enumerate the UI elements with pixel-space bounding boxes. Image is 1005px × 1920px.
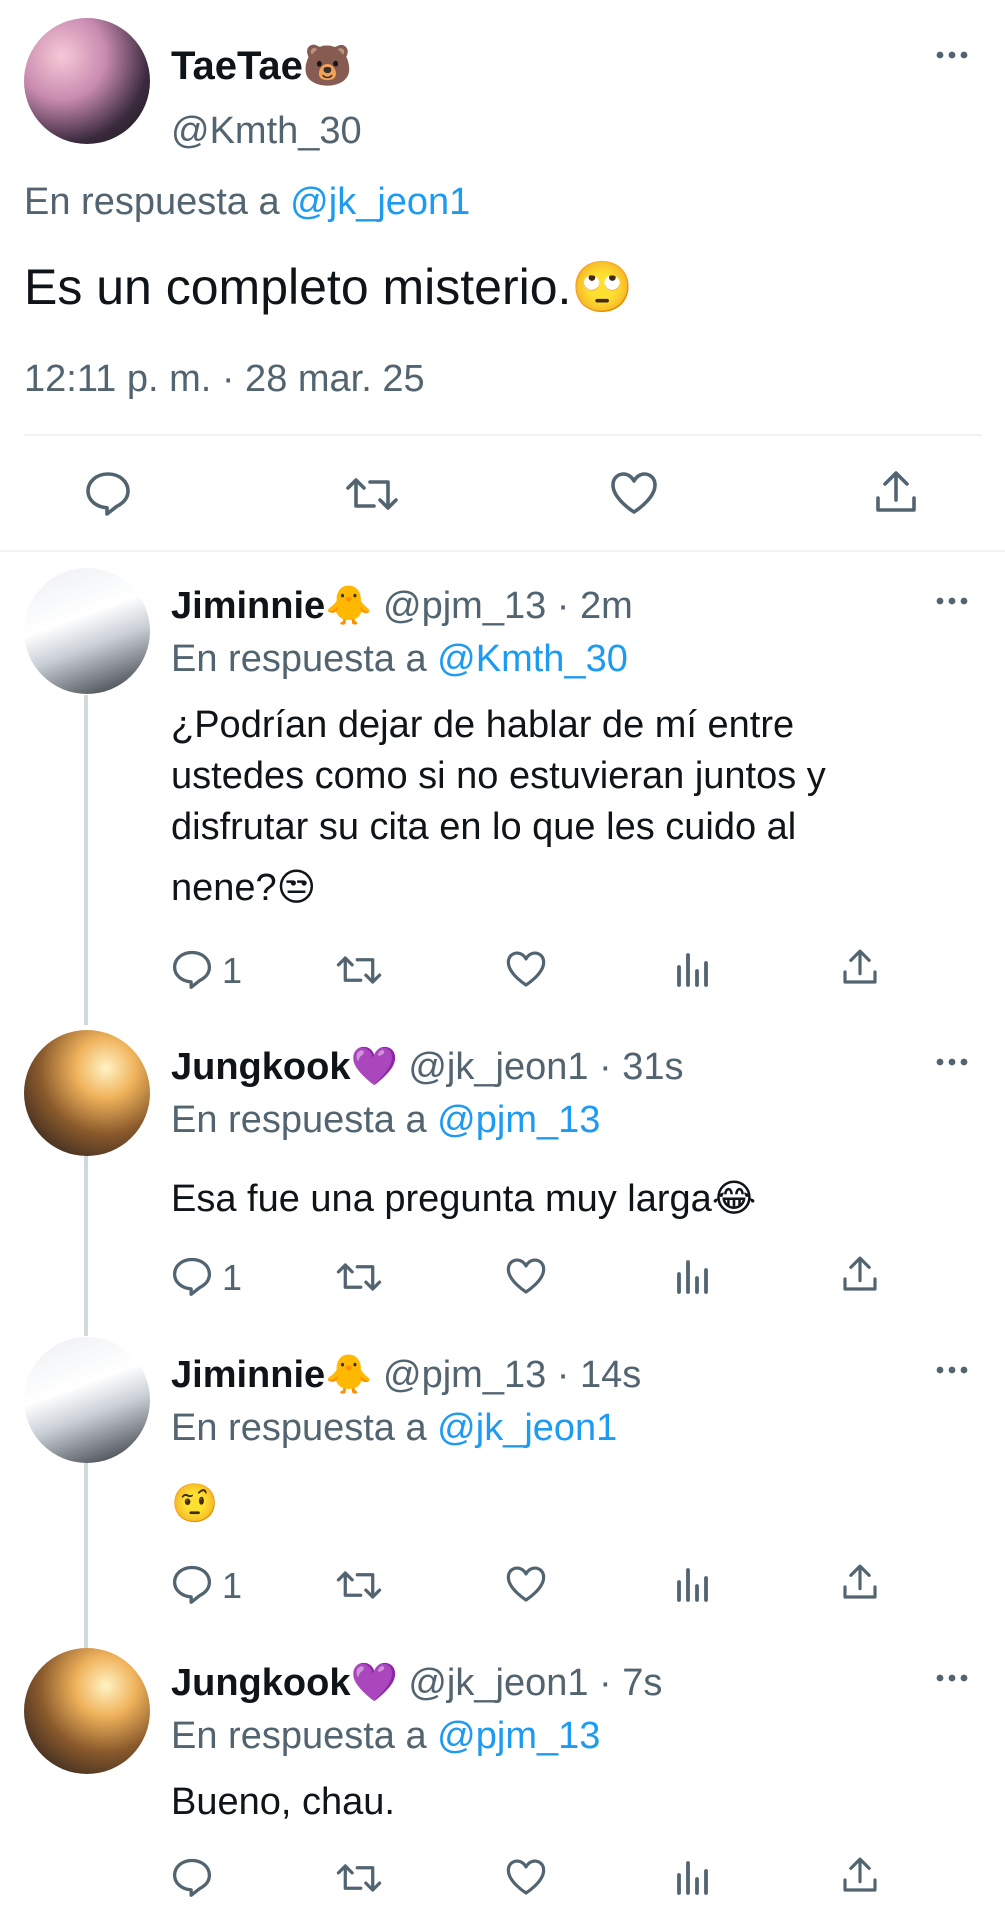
- main-display-name[interactable]: TaeTae🐻: [171, 42, 353, 89]
- more-icon[interactable]: [934, 1671, 970, 1685]
- reply-icon[interactable]: [171, 1564, 213, 1604]
- tweet-text-line: ustedes como si no estuvieran juntos y: [171, 755, 826, 797]
- views-icon[interactable]: [676, 1566, 710, 1602]
- retweet-icon[interactable]: [335, 1566, 383, 1604]
- views-icon[interactable]: [676, 951, 710, 987]
- reply-to-link[interactable]: @Kmth_30: [437, 638, 628, 680]
- retweet-icon[interactable]: [335, 1859, 383, 1897]
- reply-header: Jungkook💜 @jk_jeon1 · 7s: [171, 1661, 662, 1705]
- share-icon[interactable]: [840, 1254, 880, 1294]
- main-timestamp[interactable]: 12:11 p. m. · 28 mar. 25: [24, 358, 425, 401]
- reply-to-link[interactable]: @pjm_13: [437, 1715, 600, 1757]
- more-icon[interactable]: [934, 1055, 970, 1069]
- tweet-text-line: ¿Podrían dejar de hablar de mí entre: [171, 704, 795, 746]
- retweet-icon[interactable]: [344, 472, 400, 516]
- share-icon[interactable]: [872, 468, 920, 516]
- tweet-text: 🤨: [171, 1483, 219, 1525]
- share-icon[interactable]: [840, 1562, 880, 1602]
- like-icon[interactable]: [505, 949, 547, 989]
- reply-count: 1: [222, 1257, 243, 1298]
- reply-prefix: En respuesta a: [171, 638, 427, 680]
- main-tweet-text: Es un completo misterio.🙄: [24, 259, 634, 315]
- reply-header: Jiminnie🐥 @pjm_13 · 14s: [171, 1353, 641, 1397]
- divider: [24, 434, 982, 436]
- display-name[interactable]: Jiminnie🐥: [171, 585, 372, 627]
- like-icon[interactable]: [505, 1256, 547, 1296]
- reply-prefix: En respuesta a: [24, 181, 280, 223]
- reply-prefix: En respuesta a: [171, 1715, 427, 1757]
- reply-icon[interactable]: [171, 1256, 213, 1296]
- handle-time[interactable]: @pjm_13 · 14s: [383, 1354, 641, 1396]
- handle-time[interactable]: @pjm_13 · 2m: [383, 585, 633, 627]
- like-icon[interactable]: [505, 1564, 547, 1604]
- retweet-icon[interactable]: [335, 1258, 383, 1296]
- reply-icon[interactable]: [171, 1857, 213, 1897]
- thread-line: [84, 1463, 88, 1648]
- more-icon[interactable]: [934, 1363, 970, 1377]
- reply-to-link[interactable]: @jk_jeon1: [290, 181, 470, 223]
- tweet-text-line: nene?😒: [171, 867, 317, 909]
- reply-header: Jiminnie🐥 @pjm_13 · 2m: [171, 584, 633, 628]
- main-handle[interactable]: @Kmth_30: [171, 110, 362, 153]
- avatar-jungkook[interactable]: [24, 1648, 150, 1774]
- reply-count: 1: [222, 1565, 243, 1606]
- like-icon[interactable]: [609, 470, 659, 516]
- reply-prefix: En respuesta a: [171, 1099, 427, 1141]
- thread-line: [84, 695, 88, 1025]
- avatar-jiminnie[interactable]: [24, 1337, 150, 1463]
- section-divider: [0, 550, 1005, 552]
- display-name[interactable]: Jiminnie🐥: [171, 1354, 372, 1396]
- share-icon[interactable]: [840, 1855, 880, 1895]
- like-icon[interactable]: [505, 1857, 547, 1897]
- main-reply-context: En respuesta a @jk_jeon1: [24, 181, 470, 224]
- display-name[interactable]: Jungkook💜: [171, 1046, 398, 1088]
- tweet-text-line: disfrutar su cita en lo que les cuido al: [171, 806, 797, 848]
- reply-context: En respuesta a @Kmth_30: [171, 638, 628, 681]
- handle-time[interactable]: @jk_jeon1 · 31s: [408, 1046, 683, 1088]
- reply-context: En respuesta a @pjm_13: [171, 1715, 600, 1758]
- reply-context: En respuesta a @pjm_13: [171, 1099, 600, 1142]
- tweet-text: ¿Podrían dejar de hablar de mí entre ust…: [171, 700, 826, 914]
- reply-context: En respuesta a @jk_jeon1: [171, 1407, 617, 1450]
- views-icon[interactable]: [676, 1859, 710, 1895]
- reply-icon[interactable]: [84, 470, 132, 516]
- reply-to-link[interactable]: @jk_jeon1: [437, 1407, 617, 1449]
- more-icon[interactable]: [934, 594, 970, 608]
- more-icon[interactable]: [934, 48, 970, 62]
- handle-time[interactable]: @jk_jeon1 · 7s: [408, 1662, 662, 1704]
- reply-to-link[interactable]: @pjm_13: [437, 1099, 600, 1141]
- avatar-jiminnie[interactable]: [24, 568, 150, 694]
- reply-icon[interactable]: [171, 949, 213, 989]
- tweet-text: Bueno, chau.: [171, 1781, 395, 1823]
- share-icon[interactable]: [840, 947, 880, 987]
- views-icon[interactable]: [676, 1258, 710, 1294]
- tweet-text: Esa fue una pregunta muy larga😂: [171, 1178, 757, 1220]
- display-name[interactable]: Jungkook💜: [171, 1662, 398, 1704]
- avatar-jungkook[interactable]: [24, 1030, 150, 1156]
- retweet-icon[interactable]: [335, 951, 383, 989]
- reply-prefix: En respuesta a: [171, 1407, 427, 1449]
- reply-header: Jungkook💜 @jk_jeon1 · 31s: [171, 1045, 684, 1089]
- reply-count: 1: [222, 950, 243, 991]
- avatar-taetae[interactable]: [24, 18, 150, 144]
- thread-line: [84, 1156, 88, 1336]
